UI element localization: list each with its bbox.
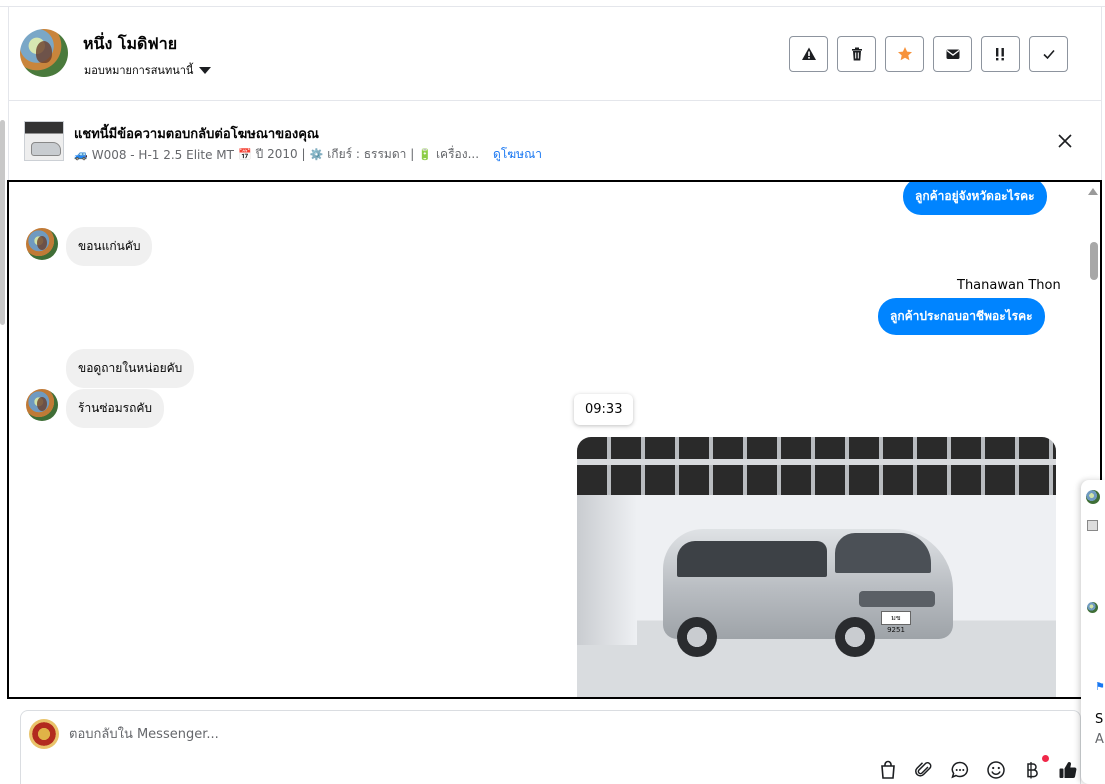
battery-icon: 🔋 — [418, 148, 432, 161]
contact-avatar-small[interactable] — [26, 228, 58, 260]
view-ad-link[interactable]: ดูโฆษณา — [493, 145, 542, 164]
trash-icon — [851, 47, 862, 61]
thumbs-up-icon — [1059, 762, 1077, 779]
status-glyph: ⚑ — [1095, 680, 1105, 693]
payment-button[interactable] — [1021, 755, 1049, 781]
shopping-bag-button[interactable] — [877, 759, 899, 781]
emoji-button[interactable] — [985, 759, 1007, 781]
follow-up-button[interactable] — [981, 36, 1020, 72]
car-icon: 🚙 — [74, 148, 88, 161]
van-wheel — [835, 617, 875, 657]
message-incoming[interactable]: ขอนแก่นคับ — [66, 227, 153, 266]
check-icon — [1042, 49, 1055, 60]
side-letter: A — [1095, 732, 1104, 747]
delete-button[interactable] — [837, 36, 876, 72]
saved-replies-button[interactable] — [949, 759, 971, 781]
message-composer — [20, 710, 1081, 784]
scroll-up-arrow-icon[interactable] — [1088, 188, 1098, 195]
side-panel[interactable]: ⚑ S A — [1081, 480, 1105, 784]
gear-icon: ⚙️ — [309, 148, 324, 161]
mark-unread-button[interactable] — [933, 36, 972, 72]
assign-conversation-dropdown[interactable]: มอบหมายการสนทนานี้ — [84, 61, 212, 79]
sender-name: Thanawan Thon — [957, 278, 1061, 293]
photo-icon — [1087, 520, 1098, 531]
photo-wall — [577, 495, 637, 645]
inbox-conversation-view: หนึ่ง โมดิฟาย มอบหมายการสนทนานี้ แชทนี้ม… — [0, 0, 1105, 784]
contact-avatar-small[interactable] — [1087, 602, 1098, 613]
page-avatar — [29, 719, 59, 749]
ad-description: 🚙 W008 - H-1 2.5 Elite MT 📅 ปี 2010 | ⚙️… — [74, 145, 542, 164]
chat-bubble-icon — [951, 761, 969, 779]
ad-thumbnail[interactable] — [24, 121, 64, 161]
message-thread[interactable]: ลูกค้าอยู่จังหวัดอะไรคะ ขอนแก่นคับ Thana… — [7, 180, 1102, 699]
message-outgoing[interactable]: ลูกค้าอยู่จังหวัดอะไรคะ — [903, 182, 1047, 215]
ad-banner-title: แชทนี้มีข้อความตอบกลับต่อโฆษณาของคุณ — [74, 127, 319, 142]
scrollbar-thumb[interactable] — [1090, 242, 1098, 280]
ad-code: W008 - H-1 2.5 Elite MT — [91, 147, 234, 162]
van-image: มข 9251 — [663, 519, 953, 659]
star-button[interactable] — [885, 36, 924, 72]
mark-spam-button[interactable] — [789, 36, 828, 72]
ad-gear: เกียร์ : ธรรมดา | — [327, 147, 415, 161]
conversation-actions — [789, 36, 1068, 72]
license-plate: มข 9251 — [881, 611, 911, 634]
message-incoming[interactable]: ร้านซ่อมรถคับ — [66, 389, 165, 428]
ad-reply-banner: แชทนี้มีข้อความตอบกลับต่อโฆษณาของคุณ 🚙 W… — [9, 101, 1101, 180]
close-icon[interactable] — [1056, 132, 1074, 150]
envelope-icon — [946, 49, 959, 59]
contact-avatar-small[interactable] — [1086, 490, 1100, 504]
calendar-icon: 📅 — [237, 148, 252, 161]
top-strip — [0, 0, 1105, 7]
caret-down-icon — [199, 66, 212, 74]
notification-dot — [1042, 755, 1049, 762]
message-outgoing[interactable]: ลูกค้าประกอบอาชีพอะไรคะ — [878, 298, 1045, 335]
follow-up-icon — [995, 48, 1004, 61]
contact-name[interactable]: หนึ่ง โมดิฟาย — [83, 32, 177, 57]
composer-toolbar — [877, 755, 1079, 781]
shopping-bag-icon — [881, 760, 895, 779]
photo-ceiling — [577, 437, 1056, 495]
van-windshield — [835, 533, 931, 573]
timestamp-tooltip: 09:33 — [574, 394, 634, 425]
contact-avatar-small[interactable] — [26, 389, 58, 421]
star-icon — [897, 47, 912, 61]
smiley-icon — [987, 761, 1005, 779]
mark-done-button[interactable] — [1029, 36, 1068, 72]
message-photo-attachment[interactable]: มข 9251 — [577, 437, 1056, 697]
baht-icon — [1027, 762, 1038, 779]
side-letter: S — [1095, 712, 1104, 727]
contact-avatar[interactable] — [20, 29, 68, 77]
reply-input[interactable] — [69, 723, 669, 745]
like-button[interactable] — [1057, 759, 1079, 781]
divider — [1101, 7, 1102, 182]
conversation-header: หนึ่ง โมดิฟาย มอบหมายการสนทนานี้ — [9, 7, 1101, 101]
van-wheel — [677, 617, 717, 657]
ad-engine: เครื่อง... — [435, 147, 480, 161]
photo-ceiling-light — [577, 459, 1056, 465]
van-grille — [859, 591, 935, 607]
paperclip-icon — [915, 762, 932, 777]
assign-label: มอบหมายการสนทนานี้ — [84, 64, 194, 77]
message-incoming[interactable]: ขอดูถายในหน่อยคับ — [66, 349, 195, 388]
ad-year: ปี 2010 | — [255, 147, 306, 161]
attach-button[interactable] — [913, 759, 935, 781]
left-scrollbar[interactable] — [0, 120, 5, 325]
van-window — [677, 541, 827, 577]
warning-icon — [801, 47, 816, 60]
